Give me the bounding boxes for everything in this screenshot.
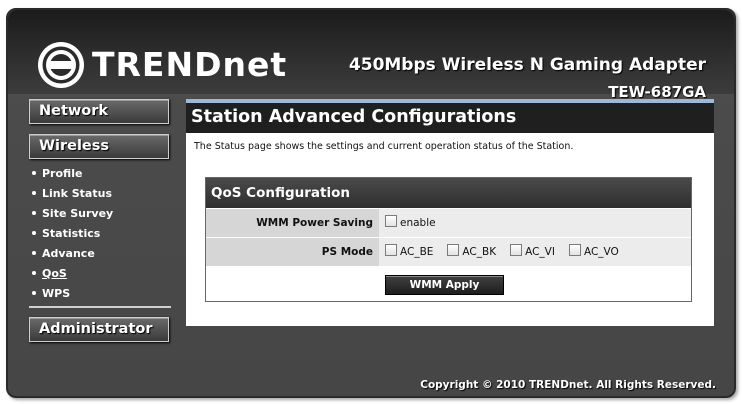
nav-item-label: Statistics: [42, 227, 101, 240]
ps-option-ac-vo: AC_VO: [568, 244, 619, 258]
bullet-icon: [32, 211, 36, 215]
page-description: The Status page shows the settings and c…: [194, 141, 574, 152]
nav-item-link-status[interactable]: Link Status: [32, 184, 113, 204]
nav-item-label: QoS: [42, 267, 67, 280]
bullet-icon: [32, 231, 36, 235]
wmm-power-saving-value: enable: [379, 209, 691, 237]
bullet-icon: [32, 191, 36, 195]
nav-item-profile[interactable]: Profile: [32, 164, 113, 184]
apply-row: WMM Apply: [385, 275, 504, 295]
ps-option-ac-bk: AC_BK: [447, 244, 497, 258]
wmm-enable-label: enable: [400, 217, 436, 229]
ac-bk-label: AC_BK: [462, 246, 497, 258]
ps-mode-label: PS Mode: [206, 238, 379, 266]
nav-wireless[interactable]: Wireless: [29, 134, 169, 159]
nav-network[interactable]: Network: [29, 99, 169, 124]
bullet-icon: [32, 251, 36, 255]
header-banner: TRENDnet 450Mbps Wireless N Gaming Adapt…: [8, 10, 734, 101]
ac-vo-label: AC_VO: [583, 246, 619, 258]
ps-option-ac-be: AC_BE: [385, 244, 434, 258]
nav-item-qos[interactable]: QoS: [32, 264, 113, 284]
nav-item-label: WPS: [42, 287, 71, 300]
ac-vi-label: AC_VI: [525, 246, 555, 258]
bullet-icon: [32, 291, 36, 295]
wmm-enable-checkbox[interactable]: [385, 215, 397, 227]
product-info: 450Mbps Wireless N Gaming Adapter TEW-68…: [349, 54, 706, 104]
nav-item-label: Link Status: [42, 187, 112, 200]
bullet-icon: [32, 271, 36, 275]
bullet-icon: [32, 171, 36, 175]
copyright-footer: Copyright © 2010 TRENDnet. All Rights Re…: [420, 379, 716, 391]
ac-vi-checkbox[interactable]: [510, 244, 523, 256]
trendnet-logo-icon: [38, 42, 84, 88]
wmm-power-saving-row: WMM Power Saving enable: [206, 208, 691, 237]
product-name: 450Mbps Wireless N Gaming Adapter: [348, 55, 706, 75]
wmm-power-saving-label: WMM Power Saving: [206, 209, 379, 237]
ac-be-label: AC_BE: [400, 246, 434, 258]
qos-configuration-panel: QoS Configuration WMM Power Saving enabl…: [205, 177, 692, 302]
ps-option-ac-vi: AC_VI: [510, 244, 555, 258]
wmm-apply-button[interactable]: WMM Apply: [385, 275, 504, 295]
ps-mode-row: PS Mode AC_BE AC_BK AC_VI AC_VO: [206, 237, 691, 266]
brand-name: TRENDnet: [92, 45, 288, 84]
ps-mode-value: AC_BE AC_BK AC_VI AC_VO: [379, 238, 691, 266]
page-title: Station Advanced Configurations: [186, 103, 714, 133]
nav-item-label: Advance: [42, 247, 95, 260]
nav-item-label: Profile: [42, 167, 83, 180]
ac-vo-checkbox[interactable]: [568, 244, 581, 256]
qos-panel-title: QoS Configuration: [206, 178, 691, 208]
nav-item-label: Site Survey: [42, 207, 114, 220]
nav-item-wps[interactable]: WPS: [32, 284, 113, 304]
main-content: Station Advanced Configurations The Stat…: [186, 99, 714, 326]
wireless-submenu: Profile Link Status Site Survey Statisti…: [32, 164, 113, 304]
ac-be-checkbox[interactable]: [385, 244, 397, 256]
nav-administrator[interactable]: Administrator: [29, 317, 169, 342]
nav-item-statistics[interactable]: Statistics: [32, 224, 113, 244]
nav-divider: [29, 306, 171, 308]
nav-item-advance[interactable]: Advance: [32, 244, 113, 264]
ac-bk-checkbox[interactable]: [447, 244, 460, 256]
trendnet-logo: TRENDnet: [36, 40, 287, 90]
nav-item-site-survey[interactable]: Site Survey: [32, 204, 113, 224]
